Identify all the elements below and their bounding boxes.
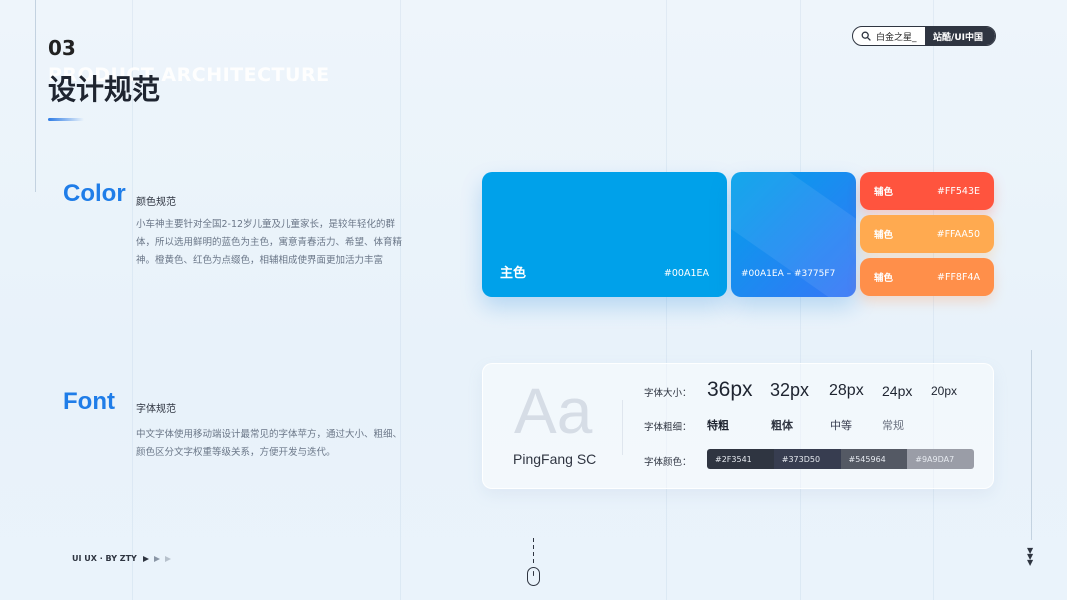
font-weight-sample: 常规 bbox=[882, 419, 904, 432]
auxiliary-color-label: 辅色 bbox=[874, 230, 894, 241]
font-weight-label: 字体粗细： bbox=[644, 422, 692, 433]
font-color-swatch: #373D50 bbox=[773, 449, 841, 469]
play-arrows-icon bbox=[141, 555, 171, 562]
font-color-swatches: #2F3541 #373D50 #545964 #9A9DA7 bbox=[707, 449, 974, 469]
primary-color-hex: #00A1EA bbox=[663, 268, 709, 279]
color-subheading: 颜色规范 bbox=[136, 197, 176, 208]
search-site-button[interactable]: 站酷/UI中国 bbox=[925, 27, 995, 45]
font-family-name: PingFang SC bbox=[513, 451, 597, 467]
auxiliary-color-label: 辅色 bbox=[874, 187, 894, 198]
page-title: 设计规范 bbox=[48, 73, 161, 106]
font-description: 中文字体使用移动端设计最常见的字体苹方，通过大小、粗细、颜色区分文字权重等级关系… bbox=[136, 429, 403, 458]
gradient-color-hex: #00A1EA – #3775F7 bbox=[741, 269, 836, 279]
font-weight-sample: 粗体 bbox=[771, 419, 793, 432]
font-color-label: 字体颜色： bbox=[644, 457, 692, 468]
font-size-sample: 24px bbox=[882, 383, 913, 399]
auxiliary-color-card: 辅色 #FFAA50 bbox=[860, 215, 994, 253]
auxiliary-color-card: 辅色 #FF543E bbox=[860, 172, 994, 210]
primary-color-card: 主色 #00A1EA bbox=[482, 172, 727, 297]
footer-brand-text: UI UX · BY ZTY bbox=[72, 554, 137, 563]
right-divider bbox=[1031, 350, 1032, 540]
background-decoration bbox=[0, 0, 1067, 600]
mouse-scroll-icon bbox=[527, 567, 540, 586]
chevron-down-icon: ▼ bbox=[1027, 558, 1034, 567]
font-subheading: 字体规范 bbox=[136, 404, 176, 415]
auxiliary-color-hex: #FF543E bbox=[936, 185, 980, 197]
auxiliary-color-hex: #FF8F4A bbox=[937, 271, 980, 283]
font-size-sample: 32px bbox=[770, 380, 810, 400]
title-underline bbox=[48, 118, 84, 121]
color-heading: Color bbox=[63, 180, 126, 207]
font-heading: Font bbox=[63, 388, 115, 415]
color-description: 小车神主要针对全国2-12岁儿童及儿童家长，是较年轻化的群体，所以选用鲜明的蓝色… bbox=[136, 219, 403, 266]
panel-divider bbox=[622, 400, 623, 455]
auxiliary-color-label: 辅色 bbox=[874, 273, 894, 284]
font-color-swatch: #9A9DA7 bbox=[907, 449, 974, 469]
font-size-sample: 28px bbox=[829, 382, 864, 399]
font-weight-sample: 中等 bbox=[830, 419, 852, 432]
search-bar[interactable]: 白金之星_ 站酷/UI中国 bbox=[852, 26, 996, 46]
auxiliary-color-card: 辅色 #FF8F4A bbox=[860, 258, 994, 296]
primary-color-label: 主色 bbox=[500, 266, 527, 281]
font-size-label: 字体大小： bbox=[644, 388, 692, 399]
auxiliary-color-hex: #FFAA50 bbox=[936, 228, 980, 240]
scroll-guide-line bbox=[533, 538, 534, 564]
section-number: 03 bbox=[48, 36, 76, 60]
search-text: 白金之星_ bbox=[876, 32, 917, 43]
font-size-sample: 36px bbox=[707, 378, 753, 401]
search-icon bbox=[861, 31, 871, 41]
font-color-swatch: #545964 bbox=[840, 449, 908, 469]
left-divider bbox=[35, 0, 36, 192]
font-weight-sample: 特粗 bbox=[707, 419, 729, 432]
footer-brand: UI UX · BY ZTY bbox=[72, 554, 171, 563]
font-size-sample: 20px bbox=[931, 384, 958, 398]
font-sample: Aa bbox=[514, 375, 593, 447]
gradient-color-card: #00A1EA – #3775F7 bbox=[731, 172, 856, 297]
font-color-swatch: #2F3541 bbox=[707, 449, 774, 469]
